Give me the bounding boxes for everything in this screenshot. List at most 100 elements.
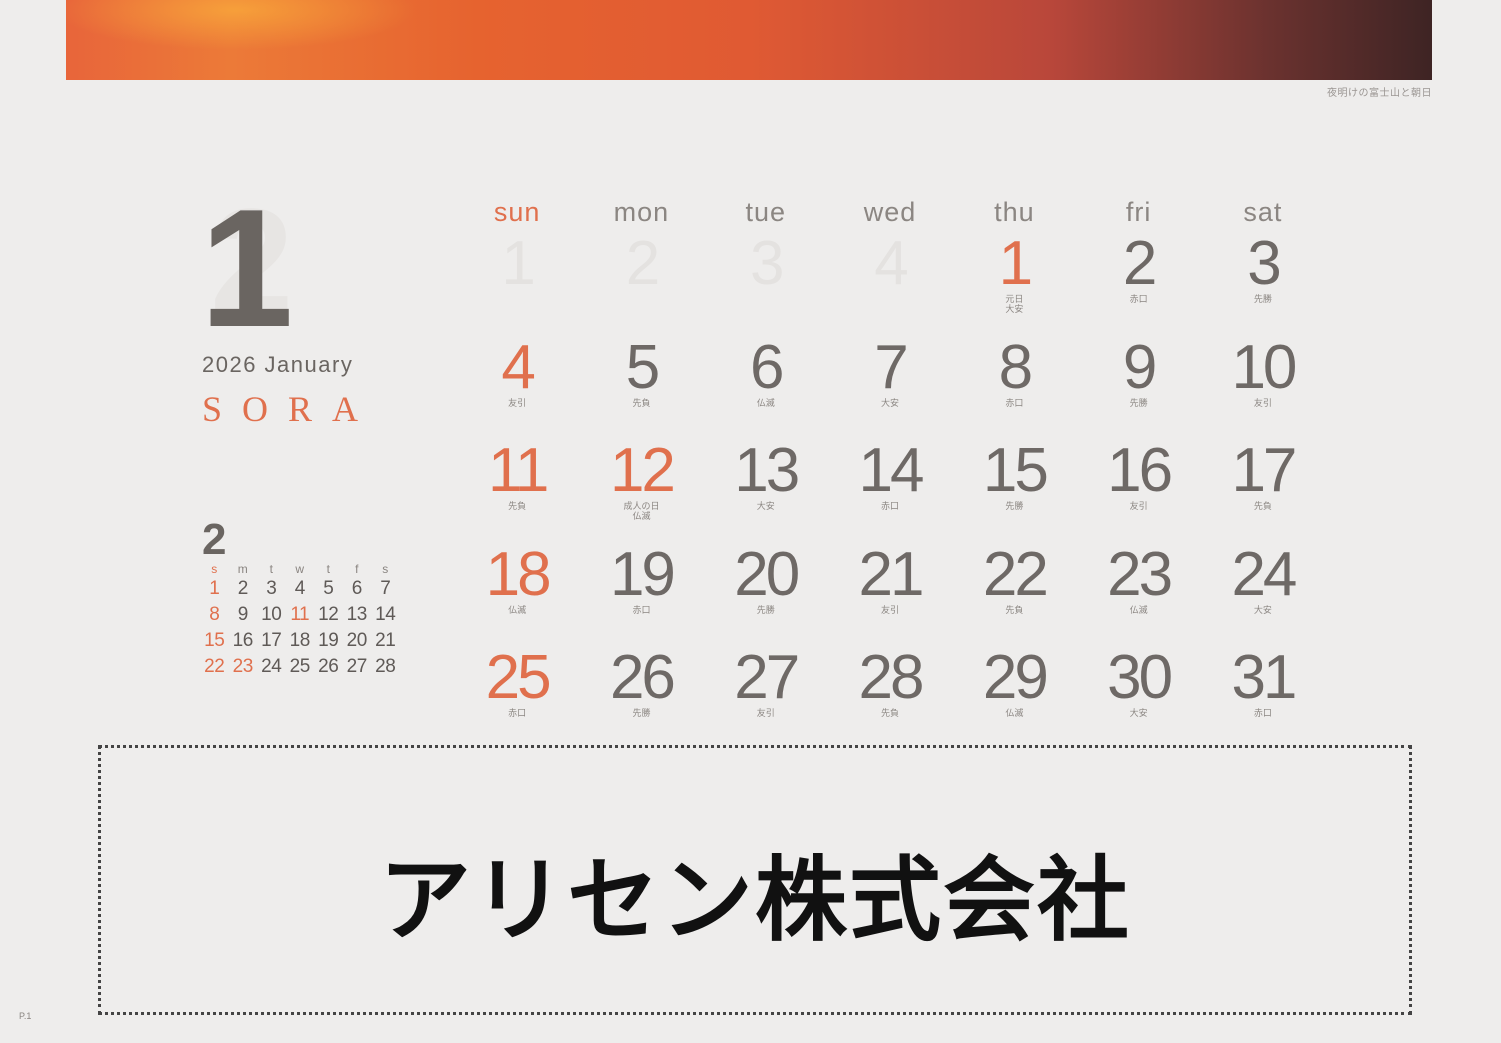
mini-day: 15 [204,630,225,651]
day-number: 11 [487,436,549,506]
day-cell: 23 仏滅 [1076,541,1200,645]
day-number: 15 [982,436,1049,506]
day-number: 1 [501,229,535,298]
day-cell: 18 仏滅 [455,541,579,645]
next-month-mini-calendar: s m t w t f s 1 2 3 4 5 6 7 8 9 10 11 12 13 14 15 16 17 18 19 20 21… [200,563,400,679]
day-cell: 29 仏滅 [952,644,1076,748]
mini-day: 21 [375,630,396,651]
rokuyo-note: 先勝 [632,708,651,719]
mini-day: 16 [232,630,254,651]
day-number: 20 [734,539,800,609]
mini-day: 11 [290,604,310,625]
rokuyo-note: 大安 [1005,304,1024,314]
weekday-header-sun: sun [493,197,541,227]
day-number: 8 [998,332,1033,402]
mini-day: 2 [237,578,249,599]
mini-day: 23 [232,656,254,677]
weekday-header-fri: fri [1125,197,1152,227]
day-number: 10 [1231,332,1297,402]
rokuyo-note: 赤口 [508,708,527,719]
mini-weekday-header: s [382,562,389,576]
rokuyo-note: 赤口 [1005,397,1024,408]
weekday-header-mon: mon [613,197,670,227]
brand-title: SORA [202,389,379,429]
day-cell: 5 先負 [579,334,703,438]
weekday-header-thu: thu [994,197,1035,227]
day-number: 14 [858,436,925,506]
rokuyo-note: 先負 [881,708,900,719]
day-number: 7 [874,332,908,402]
weekday-header-wed: wed [863,197,917,227]
day-cell: 20 先勝 [704,541,828,645]
rokuyo-note: 先負 [632,397,651,408]
weekday-header-tue: tue [745,197,787,227]
mini-day: 19 [318,630,339,651]
mini-weekday-header: t [326,562,330,576]
mini-day: 22 [204,656,225,677]
rokuyo-note: 赤口 [1129,294,1148,304]
photo-caption: 夜明けの富士山と朝日 [1327,88,1432,99]
mini-weekday-header: s [211,562,218,576]
day-number: 2 [1122,229,1157,298]
day-number: 12 [609,436,676,506]
rokuyo-note: 大安 [1129,708,1148,719]
rokuyo-note: 仏滅 [632,511,651,522]
mini-day: 17 [261,630,282,651]
mini-day: 6 [351,578,363,599]
day-cell: 11 先負 [455,437,579,541]
day-cell: 13 大安 [704,437,828,541]
rokuyo-note: 先勝 [1005,501,1024,512]
day-number: 17 [1231,436,1297,506]
day-cell: 19 赤口 [579,541,703,645]
rokuyo-note: 赤口 [881,501,900,512]
rokuyo-note: 先勝 [756,604,775,615]
rokuyo-note: 仏滅 [508,604,527,615]
day-cell: 4 友引 [455,334,579,438]
day-number: 1 [998,229,1033,298]
year-month-label: 2026 January [202,352,354,377]
mini-day: 9 [237,604,249,625]
day-number: 22 [982,539,1049,609]
day-cell: 21 友引 [828,541,952,645]
mini-weekday-header: m [237,562,248,576]
day-number: 4 [874,229,908,298]
day-number: 2 [625,229,660,298]
mini-day: 13 [346,604,368,625]
day-number: 18 [485,539,552,609]
day-number: 27 [734,643,800,713]
day-cell: 3 先勝 [1201,230,1325,334]
weekday-header-sat: sat [1243,197,1283,227]
mini-day: 27 [346,656,368,677]
rokuyo-note: 友引 [1129,501,1148,512]
rokuyo-note: 赤口 [632,604,651,615]
day-cell: 31 赤口 [1201,644,1325,748]
mini-day: 10 [261,604,282,625]
day-cell: 28 先負 [828,644,952,748]
mini-day: 25 [289,656,311,677]
mini-day: 28 [375,656,396,677]
rokuyo-note: 先負 [508,501,527,512]
rokuyo-note: 先勝 [1129,397,1148,408]
ghost-day-cell: 2 [579,230,703,334]
day-number: 13 [734,436,800,506]
rokuyo-note: 先勝 [1253,294,1272,304]
rokuyo-note: 赤口 [1253,708,1272,719]
day-number: 28 [858,643,925,713]
rokuyo-note: 先負 [1005,604,1024,615]
day-number: 29 [982,643,1049,713]
mini-weekday-header: f [355,562,359,576]
day-cell: 30 大安 [1076,644,1200,748]
mini-day: 14 [375,604,396,625]
day-cell: 10 友引 [1201,334,1325,438]
mini-day: 4 [294,578,306,599]
day-number: 19 [609,539,676,609]
mini-day: 18 [289,630,311,651]
day-number: 9 [1122,332,1157,402]
rokuyo-note: 友引 [1253,397,1272,408]
rokuyo-note: 大安 [1253,604,1272,615]
mini-day: 1 [209,578,220,599]
month-number: 1 [200,174,293,362]
day-cell: 1 元日 大安 [952,230,1076,334]
ghost-day-cell: 3 [704,230,828,334]
day-cell: 9 先勝 [1076,334,1200,438]
